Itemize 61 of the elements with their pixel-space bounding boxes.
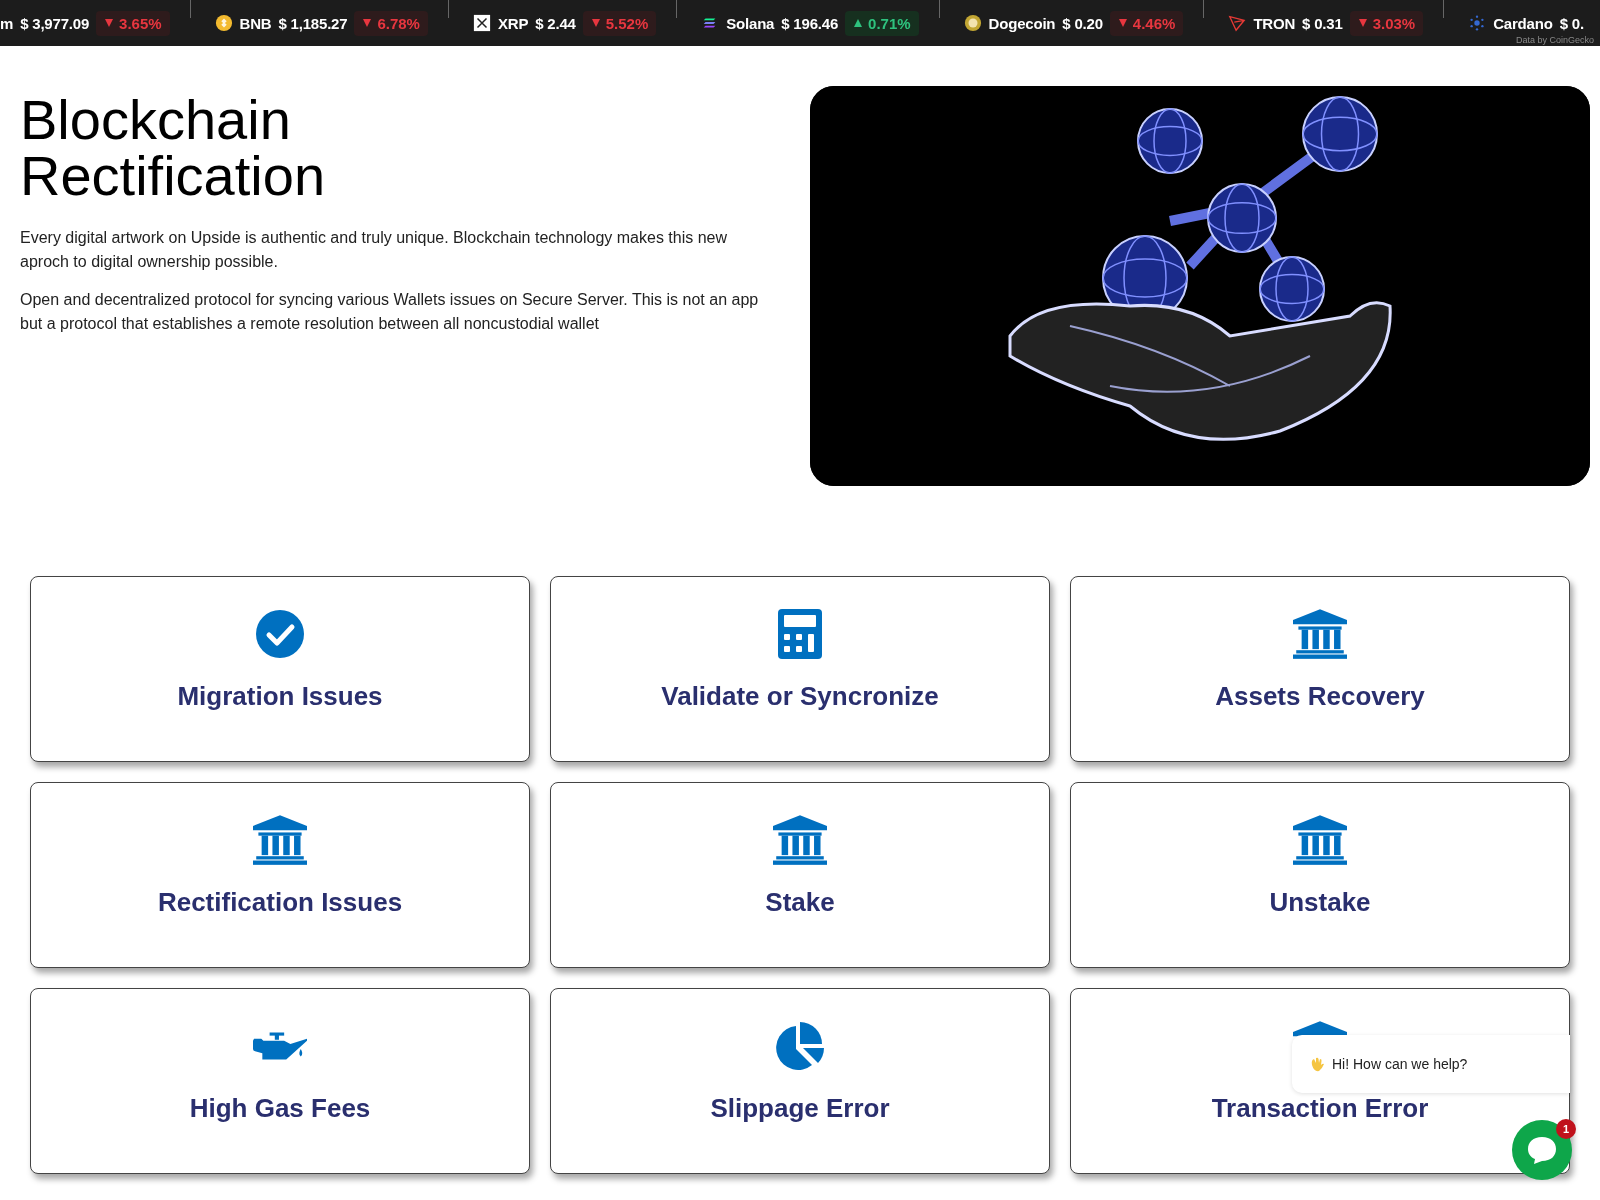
- down-arrow-icon: [104, 18, 115, 28]
- service-card[interactable]: Unstake: [1070, 782, 1570, 968]
- coin-price: $ 1,185.27: [278, 14, 348, 32]
- pie-chart-icon: [775, 1021, 825, 1071]
- coin-price: $ 0.: [1559, 14, 1584, 32]
- page-title: Blockchain Rectification: [20, 92, 327, 204]
- down-arrow-icon: [362, 18, 373, 28]
- card-title: Stake: [765, 887, 835, 918]
- card-title: Assets Recovery: [1215, 681, 1425, 712]
- bank-icon: [1293, 609, 1347, 659]
- service-card[interactable]: Slippage Error: [550, 988, 1050, 1174]
- greeting-text: Hi! How can we help?: [1332, 1056, 1468, 1072]
- service-card[interactable]: High Gas Fees: [30, 988, 530, 1174]
- down-arrow-icon: [1117, 18, 1128, 28]
- coin-name: m: [0, 14, 14, 32]
- coin-name: TRON: [1253, 14, 1296, 32]
- coin-name: Solana: [726, 14, 775, 32]
- price-change: 0.71%: [845, 10, 919, 36]
- coin-name: Cardano: [1493, 14, 1553, 32]
- bank-icon: [1293, 815, 1347, 865]
- card-title: Transaction Error: [1211, 1093, 1429, 1124]
- bank-icon: [253, 815, 307, 865]
- coin-name: Dogecoin: [988, 14, 1056, 32]
- service-card[interactable]: Assets Recovery: [1070, 576, 1570, 762]
- coin-icon: [214, 14, 233, 32]
- coin-price: $ 3,977.09: [20, 14, 90, 32]
- notification-badge: 1: [1556, 1119, 1576, 1139]
- card-title: Migration Issues: [177, 681, 383, 712]
- card-title: Validate or Syncronize: [661, 681, 939, 712]
- up-arrow-icon: [853, 18, 864, 28]
- price-change: 3.65%: [96, 10, 170, 36]
- intro-paragraph: Open and decentralized protocol for syncing various Wallets issues on Secure Server. This is not an app but a protocol that establishes a remote resolution between all noncustodial wallet: [20, 290, 760, 334]
- card-title: Rectification Issues: [157, 887, 403, 918]
- coin-price: $ 196.46: [781, 14, 839, 32]
- coin-price: $ 0.20: [1062, 14, 1103, 32]
- bank-icon: [773, 815, 827, 865]
- service-card[interactable]: Stake: [550, 782, 1050, 968]
- calculator-icon: [778, 609, 822, 659]
- price-change: 5.52%: [582, 10, 657, 36]
- down-arrow-icon: [1357, 18, 1368, 28]
- price-change: 4.46%: [1109, 10, 1184, 36]
- coin-price: $ 2.44: [535, 14, 576, 32]
- coin-name: BNB: [239, 14, 272, 32]
- service-card[interactable]: Rectification Issues: [30, 782, 530, 968]
- down-arrow-icon: [590, 18, 601, 28]
- coin-icon: [963, 14, 982, 32]
- coin-name: XRP: [497, 14, 529, 32]
- intro-paragraph: Every digital artwork on Upside is authentic and truly unique. Blockchain technology makes this new aproch to digital ownership possible.: [20, 228, 729, 272]
- chat-greeting[interactable]: Hi! How can we help?: [1292, 1035, 1570, 1093]
- service-card[interactable]: Validate or Syncronize: [550, 576, 1050, 762]
- data-credit[interactable]: Data by CoinGecko: [1515, 35, 1594, 45]
- card-title: Unstake: [1269, 887, 1371, 918]
- price-change: 6.78%: [354, 10, 428, 36]
- card-title: Slippage Error: [710, 1093, 890, 1124]
- coin-icon: [1228, 14, 1247, 32]
- price-change: 3.03%: [1349, 10, 1424, 36]
- service-card[interactable]: Migration Issues: [30, 576, 530, 762]
- check-circle-icon: [255, 609, 305, 659]
- card-title: High Gas Fees: [189, 1093, 371, 1124]
- coin-price: $ 0.31: [1302, 14, 1343, 32]
- coin-icon: [472, 14, 491, 32]
